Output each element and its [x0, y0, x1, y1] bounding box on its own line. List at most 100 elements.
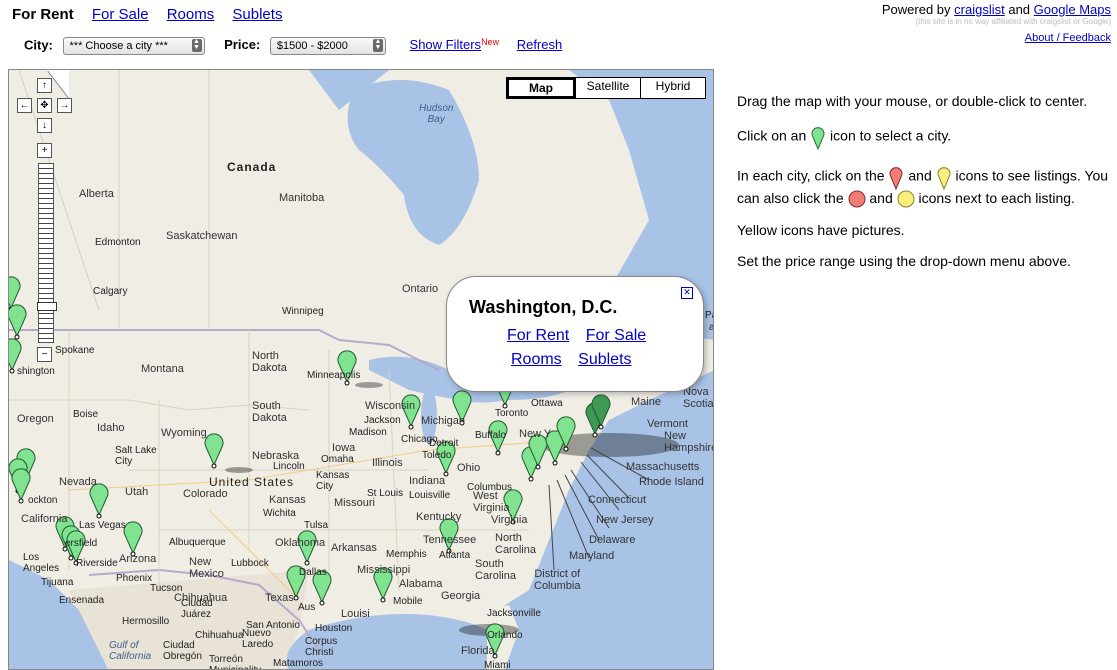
label-north-dakota: North Dakota [252, 350, 287, 374]
label-kansas: Kansas [269, 494, 306, 506]
label-tennessee: Tennessee [423, 534, 477, 546]
label-mobile: Mobile [393, 596, 423, 607]
label-alberta: Alberta [79, 188, 114, 200]
label-toronto: Toronto [495, 408, 529, 419]
label-nova-scotia: Nova Scotia [683, 386, 714, 410]
label-michigan: Michigan [421, 415, 466, 427]
label-new-mexico: New Mexico [189, 556, 224, 580]
map-view[interactable]: Hudson Bay Canada Alberta Manitoba Saska… [8, 69, 714, 670]
popup-for-rent-link[interactable]: For Rent [507, 327, 569, 344]
city-dot [14, 334, 20, 340]
price-select-value: $1500 - $2000 [276, 40, 348, 52]
label-canada: Canada [227, 160, 277, 174]
label-virginia: Virginia [491, 514, 528, 526]
craigslist-link[interactable]: craigslist [954, 2, 1005, 17]
tab-for-rent[interactable]: For Rent [12, 6, 74, 23]
popup-for-sale-link[interactable]: For Sale [586, 327, 646, 344]
label-california: California [21, 513, 68, 525]
label-wichita: Wichita [263, 508, 296, 519]
label-kansas-city: Kansas City [316, 470, 350, 492]
zoom-slider-knob[interactable] [37, 302, 57, 311]
google-maps-link[interactable]: Google Maps [1034, 2, 1111, 17]
label-torreon: Torreón Municipality [209, 654, 261, 669]
label-georgia: Georgia [441, 590, 481, 602]
map-type-map-button[interactable]: Map [507, 78, 575, 98]
label-toledo: Toledo [422, 450, 452, 461]
label-winnipeg: Winnipeg [282, 306, 324, 317]
close-icon[interactable]: ✕ [681, 287, 693, 299]
label-las-vegas: Las Vegas [79, 520, 126, 531]
zoom-in-icon[interactable]: + [37, 143, 52, 158]
label-hermosillo: Hermosillo [122, 616, 170, 627]
label-lubbock: Lubbock [231, 558, 269, 569]
help-drag: Drag the map with your mouse, or double-… [737, 93, 1088, 109]
label-ensenada: Ensenada [59, 595, 105, 606]
label-nuevo-laredo: Nuevo Laredo [242, 628, 274, 650]
tab-rooms[interactable]: Rooms [167, 6, 215, 23]
city-select-value: *** Choose a city *** [69, 40, 168, 52]
popup-rooms-link[interactable]: Rooms [511, 351, 562, 368]
popup-sublets-link[interactable]: Sublets [578, 351, 631, 368]
label-louisville: Louisville [409, 490, 451, 501]
city-dot [68, 555, 74, 561]
label-manitoba: Manitoba [279, 192, 325, 204]
price-select[interactable]: $1500 - $2000 ▲ ▼ [269, 37, 386, 55]
map-type-satellite-button[interactable]: Satellite [575, 78, 640, 98]
label-arkansas: Arkansas [331, 542, 377, 554]
label-idaho: Idaho [97, 422, 125, 434]
label-tijuana: Tijuana [41, 577, 74, 588]
label-texas: Texas [265, 592, 294, 604]
city-dot [380, 597, 386, 603]
label-dallas: Dallas [299, 567, 327, 578]
tab-for-sale[interactable]: For Sale [92, 6, 149, 23]
city-label: City: [24, 37, 53, 53]
city-dot [408, 424, 414, 430]
label-nevada: Nevada [59, 476, 97, 488]
show-filters-link[interactable]: Show Filters [410, 37, 482, 52]
label-orlando: Orlando [487, 630, 523, 641]
select-arrows-icon: ▲ ▼ [372, 38, 383, 52]
refresh-link[interactable]: Refresh [517, 37, 563, 52]
city-dot [535, 464, 541, 470]
zoom-slider-track[interactable] [38, 163, 54, 343]
yellow-marker-icon [937, 167, 951, 190]
label-utah: Utah [125, 486, 149, 498]
label-rhode-island: Rhode Island [639, 476, 704, 488]
tab-sublets[interactable]: Sublets [232, 6, 282, 23]
label-indiana: Indiana [409, 475, 446, 487]
label-houston: Houston [315, 623, 353, 634]
label-jacksonville: Jacksonville [487, 608, 541, 619]
powered-and: and [1008, 2, 1031, 17]
listing-type-nav: For Rent For Sale Rooms Sublets [12, 6, 296, 23]
map-type-hybrid-button[interactable]: Hybrid [640, 78, 705, 98]
city-dot [528, 476, 534, 482]
city-dot [344, 380, 350, 386]
label-south-carolina: South Carolina [475, 558, 516, 582]
label-lincoln: Lincoln [273, 461, 305, 472]
label-albuquerque: Albuquerque [169, 537, 226, 548]
label-edmonton: Edmonton [95, 237, 141, 248]
label-oklahoma: Oklahoma [275, 537, 326, 549]
label-corpus-christi: Corpus Christi [305, 636, 338, 658]
label-district-of-columbia: District of Columbia [534, 568, 581, 592]
label-florida: Florida [461, 645, 495, 657]
yellow-dot-icon [897, 190, 915, 208]
label-ciudad-obregon: Ciudad Obregón [163, 640, 202, 662]
label-salt-lake-city: Salt Lake City [115, 445, 157, 467]
label-matamoros: Matamoros [273, 658, 324, 669]
label-connecticut: Connecticut [588, 494, 647, 506]
city-select[interactable]: *** Choose a city *** ▲ ▼ [62, 37, 205, 55]
info-window-tail [46, 70, 69, 100]
zoom-out-icon[interactable]: − [37, 347, 52, 362]
label-new-jersey: New Jersey [596, 514, 654, 526]
label-gulf-of-california: Gulf of California [109, 640, 152, 662]
label-omaha: Omaha [321, 454, 354, 465]
city-dot [552, 460, 558, 466]
city-dot [293, 595, 299, 601]
city-dot [9, 368, 15, 374]
label-new-hampshire: New Hampshire [664, 430, 714, 454]
popup-title: Washington, D.C. [469, 297, 618, 317]
about-feedback-link[interactable]: About / Feedback [882, 32, 1111, 44]
city-info-window: Washington, D.C. ✕ For Rent For Sale Roo… [446, 276, 704, 392]
label-oregon: Oregon [17, 413, 54, 425]
